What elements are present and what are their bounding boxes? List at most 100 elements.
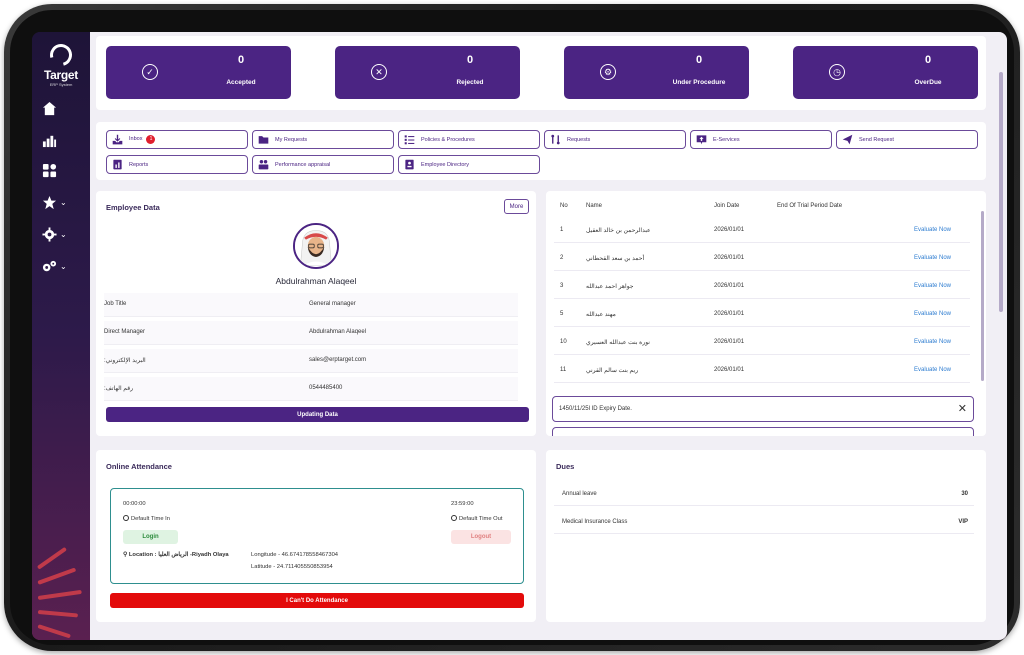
due-value: VIP [958,519,968,525]
update-data-button[interactable]: Updating Data [106,407,529,422]
row-join-date: 2026/01/01 [714,255,745,261]
quick-link-reports[interactable]: Reports [106,155,248,174]
info-value: Abdulrahman Alaqeel [309,329,367,335]
stat-card-rejected[interactable]: ✕ 0 Rejected [335,46,520,99]
quick-link-requests[interactable]: Requests [544,130,686,149]
trial-period-panel: No Name Join Date End Of Trial Period Da… [546,191,986,436]
report-icon [113,159,122,170]
x-circle-icon: ✕ [371,64,387,80]
expiry-alert: 1450/11/25l ID Expiry Date. ✕ [552,396,974,422]
table-row: 11 ريم بنت سالم القرني 2026/01/01 Evalua… [554,357,970,383]
quick-link-policies[interactable]: Policies & Procedures [398,130,540,149]
info-row: :رقم الهاتف 0544485400 [104,377,518,401]
row-name: نورة بنت عبدالله العسيري [586,340,650,346]
table-header: Name [586,203,603,209]
attendance-card: 00:00:00 Default Time In Login 23:59:00 … [110,488,524,584]
table-header: No [560,203,568,209]
evaluate-now-link[interactable]: Evaluate Now [914,227,951,233]
table-row: 5 مهند عبدالله 2026/01/01 Evaluate Now [554,301,970,327]
section-title: Dues [556,462,575,471]
location-pin-icon: ⚲ [123,552,128,558]
quick-link-performance[interactable]: Performance appraisal [252,155,394,174]
home-icon [42,101,57,115]
table-header: End Of Trial Period Date [777,203,843,209]
employee-data-panel: Employee Data More Abdulrahman Alaqeel J… [96,191,536,436]
tablet-frame: Target ERP System ⌄ ⌄ ⌄ ✓ 0 Accepted ✕ 0… [4,4,1020,651]
info-key: :البريد الإلكتروني [104,358,146,364]
row-no: 5 [560,311,564,317]
flow-icon [551,134,560,145]
login-button[interactable]: Login [123,530,178,544]
more-button[interactable]: More [504,199,529,214]
stat-card-overdue[interactable]: ◷ 0 OverDue [793,46,978,99]
quick-link-label: Policies & Procedures [421,136,475,143]
sidebar-item-apps[interactable] [42,160,82,180]
stat-label: Under Procedure [672,79,726,86]
apps-icon [42,163,57,177]
row-join-date: 2026/01/01 [714,367,745,373]
sidebar-item-settings[interactable]: ⌄ [42,224,82,244]
clock-icon [451,515,457,521]
quick-links-panel: Inbox 1 My Requests Policies & Procedures… [96,122,986,180]
tablet-bezel: Target ERP System ⌄ ⌄ ⌄ ✓ 0 Accepted ✕ 0… [10,10,1014,645]
quick-link-label: Send Request [859,136,894,143]
stat-count: 0 [695,54,703,66]
directory-icon [405,159,414,170]
evaluate-now-link[interactable]: Evaluate Now [914,339,951,345]
quick-link-label: Reports [129,161,149,168]
row-no: 3 [560,283,564,289]
info-value: 0544485400 [309,385,343,391]
expiry-text: 1450/11/25l ID Expiry Date. [559,406,632,412]
close-icon[interactable]: ✕ [958,402,967,415]
page-scrollbar[interactable] [999,72,1003,312]
time-out-label: Default Time Out [459,516,503,522]
evaluate-now-link[interactable]: Evaluate Now [914,311,951,317]
quick-link-inbox[interactable]: Inbox 1 [106,130,248,149]
star-icon [42,195,57,209]
quick-link-send-request[interactable]: Send Request [836,130,978,149]
brand-logo[interactable]: Target ERP System [38,39,84,87]
evaluate-now-link[interactable]: Evaluate Now [914,255,951,261]
sidebar: Target ERP System ⌄ ⌄ ⌄ [32,32,90,640]
section-title: Employee Data [106,203,160,212]
stat-card-accepted[interactable]: ✓ 0 Accepted [106,46,291,99]
sidebar-item-home[interactable] [42,98,82,118]
stat-card-under-procedure[interactable]: ⚙ 0 Under Procedure [564,46,749,99]
evaluate-now-link[interactable]: Evaluate Now [914,367,951,373]
timer-icon: ◷ [829,64,845,80]
sidebar-item-system[interactable]: ⌄ [42,256,82,276]
quick-link-employee-directory[interactable]: Employee Directory [398,155,540,174]
evaluate-now-link[interactable]: Evaluate Now [914,283,951,289]
table-row: 2 أحمد بن سعد القحطاني 2026/01/01 Evalua… [554,245,970,271]
info-key: Direct Manager [104,329,146,335]
quick-link-e-services[interactable]: E-Services [690,130,832,149]
stats-panel: ✓ 0 Accepted ✕ 0 Rejected ⚙ 0 Under Proc… [96,36,986,110]
online-attendance-panel: Online Attendance 00:00:00 Default Time … [96,450,536,622]
logout-button[interactable]: Logout [451,530,511,544]
row-name: عبدالرحمن بن خالد العقيل [586,228,651,234]
sidebar-item-reports[interactable] [42,130,82,150]
row-join-date: 2026/01/01 [714,283,745,289]
due-key: Annual leave [562,491,597,497]
dues-panel: Dues Annual leave 30 Medical Insurance C… [546,450,986,622]
quick-link-label: Employee Directory [421,161,469,168]
avatar [293,223,339,269]
cant-attend-button[interactable]: I Can't Do Attendance [110,593,524,608]
table-header: Join Date [714,203,740,209]
info-row: Direct Manager Abdulrahman Alaqeel [104,321,518,345]
row-no: 10 [560,339,567,345]
folder-icon [258,136,269,144]
quick-link-label: My Requests [275,136,308,143]
sidebar-item-favorites[interactable]: ⌄ [42,192,82,212]
time-out-value: 23:59:00 [451,501,474,507]
time-in-value: 00:00:00 [123,501,146,507]
quick-link-my-requests[interactable]: My Requests [252,130,394,149]
gear-icon: ⚙ [600,64,616,80]
table-scrollbar[interactable] [981,211,984,381]
section-title: Online Attendance [106,462,172,471]
row-name: مهند عبدالله [586,312,616,318]
expiry-alert-next [552,427,974,436]
gears-icon [42,260,57,271]
row-no: 1 [560,227,564,233]
chart-icon [42,135,57,147]
